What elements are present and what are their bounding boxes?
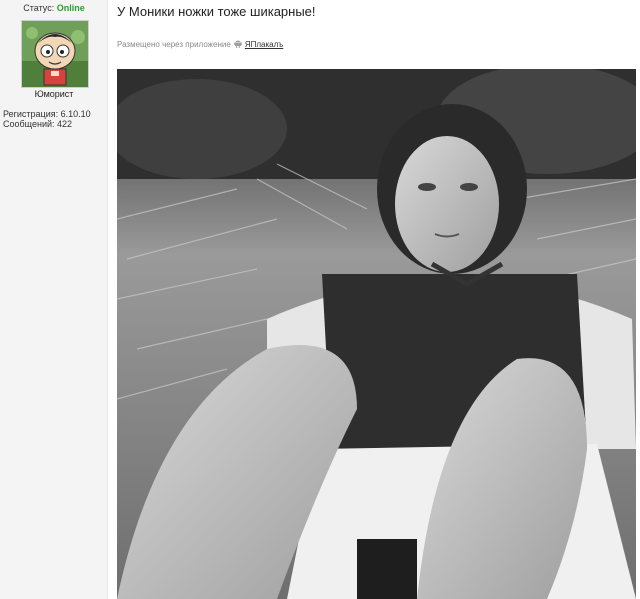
android-icon — [233, 39, 242, 50]
post-title: У Моники ножки тоже шикарные! — [117, 4, 316, 19]
avatar[interactable] — [21, 20, 89, 88]
posted-via: Размещено через приложение ЯПлакалъ — [117, 39, 283, 50]
message-count: Сообщений: 422 — [3, 119, 73, 129]
status-label: Статус: — [23, 3, 55, 13]
registration-date: Регистрация: 6.10.10 — [3, 109, 91, 119]
post-photo[interactable] — [117, 69, 636, 599]
app-link[interactable]: ЯПлакалъ — [245, 40, 283, 49]
user-panel: Статус: Online Юморист Регистрация: 6.10… — [0, 0, 108, 599]
posted-via-label: Размещено через приложение — [117, 40, 231, 49]
user-status: Статус: Online — [0, 3, 108, 13]
status-value: Online — [56, 3, 85, 13]
username[interactable]: Юморист — [0, 89, 108, 99]
post-page: Статус: Online Юморист Регистрация: 6.10… — [0, 0, 640, 599]
user-meta: Регистрация: 6.10.10 Сообщений: 422 — [3, 109, 91, 129]
